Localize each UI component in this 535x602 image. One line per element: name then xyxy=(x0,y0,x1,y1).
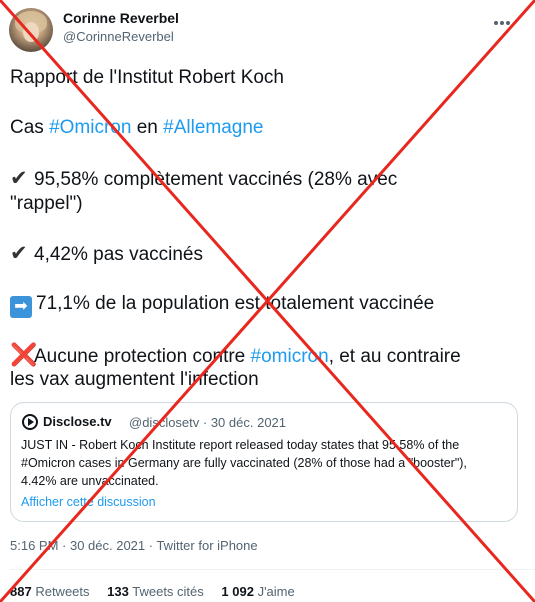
quoted-text-line: JUST IN - Robert Koch Institute report r… xyxy=(21,438,460,452)
quoted-tweet-text: JUST IN - Robert Koch Institute report r… xyxy=(21,436,511,490)
tweet-line-population: ➡ 71,1% de la population est totalement v… xyxy=(10,291,434,318)
tweet-text-segment: 95,58% complètement vaccinés (28% avec xyxy=(34,169,398,190)
retweets-label: Retweets xyxy=(35,584,90,599)
check-mark-icon: ✔ xyxy=(10,242,28,265)
disclose-logo-icon xyxy=(22,414,38,430)
tweet-text-segment: en xyxy=(131,117,164,138)
tweet-line-infection: les vax augmentent l'infection xyxy=(10,369,259,390)
quoted-author-handle-date: @disclosetv · 30 déc. 2021 xyxy=(129,415,287,430)
likes-count: 1 092 xyxy=(221,584,254,599)
tweet-text-segment: , et au contraire xyxy=(328,346,461,367)
hashtag-omicron-lower[interactable]: #omicron xyxy=(251,346,329,367)
tweet-line-booster: "rappel") xyxy=(10,193,83,214)
tweet-line-title: Rapport de l'Institut Robert Koch xyxy=(10,67,284,88)
cross-mark-icon: ❌ xyxy=(10,342,38,367)
tweet-text-segment: 71,1% de la population est totalement va… xyxy=(36,293,435,314)
avatar[interactable] xyxy=(9,8,53,52)
show-thread-link[interactable]: Afficher cette discussion xyxy=(21,495,156,509)
quotes-stat[interactable]: 133 Tweets cités xyxy=(107,584,204,599)
quotes-count: 133 xyxy=(107,584,129,599)
hashtag-omicron[interactable]: #Omicron xyxy=(49,117,131,138)
author-display-name[interactable]: Corinne Reverbel xyxy=(63,10,179,26)
tweet-text-segment: Aucune protection contre xyxy=(34,346,251,367)
check-mark-icon: ✔ xyxy=(10,167,28,190)
tweet-line-vaccinated: ✔ 95,58% complètement vaccinés (28% avec xyxy=(10,166,397,192)
quoted-text-line: 4.42% are unvaccinated. xyxy=(21,474,159,488)
hashtag-allemagne[interactable]: #Allemagne xyxy=(163,117,263,138)
retweets-stat[interactable]: 887 Retweets xyxy=(10,584,90,599)
tweet-text-segment: 4,42% pas vaccinés xyxy=(34,244,203,265)
quoted-text-line: #Omicron cases in Germany are fully vacc… xyxy=(21,456,467,470)
tweet-stats: 887 Retweets 133 Tweets cités 1 092 J'ai… xyxy=(10,584,309,599)
retweets-count: 887 xyxy=(10,584,32,599)
tweet-timestamp[interactable]: 5:16 PM · 30 déc. 2021 · Twitter for iPh… xyxy=(10,538,258,553)
likes-stat[interactable]: 1 092 J'aime xyxy=(221,584,294,599)
right-arrow-icon: ➡ xyxy=(10,296,32,318)
author-handle[interactable]: @CorinneReverbel xyxy=(63,29,174,44)
more-options-icon[interactable] xyxy=(494,12,516,26)
avatar-face xyxy=(23,22,39,42)
likes-label: J'aime xyxy=(257,584,295,599)
tweet-line-unvaccinated: ✔ 4,42% pas vaccinés xyxy=(10,241,203,267)
divider xyxy=(10,569,535,570)
quoted-tweet[interactable]: Disclose.tv @disclosetv · 30 déc. 2021 J… xyxy=(10,402,518,522)
tweet-header: Corinne Reverbel @CorinneReverbel xyxy=(0,0,535,58)
tweet-text-segment: Cas xyxy=(10,117,50,138)
tweet-line-cases: Cas #Omicron en #Allemagne xyxy=(10,115,263,140)
quoted-author-name[interactable]: Disclose.tv xyxy=(43,414,112,429)
quotes-label: Tweets cités xyxy=(132,584,204,599)
tweet-line-protection: ❌Aucune protection contre #omicron, et a… xyxy=(10,342,461,369)
